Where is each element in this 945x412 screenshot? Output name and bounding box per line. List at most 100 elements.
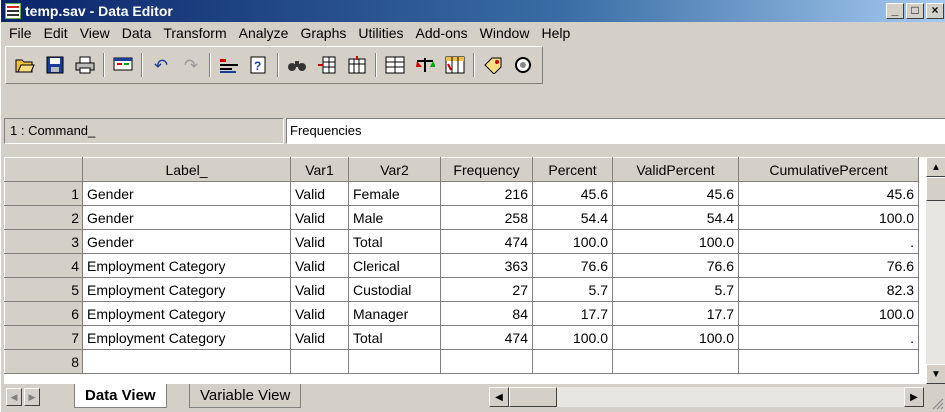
- table-cell[interactable]: [290, 349, 349, 374]
- table-cell[interactable]: Valid: [290, 205, 349, 230]
- table-cell[interactable]: Gender: [82, 181, 291, 206]
- table-cell[interactable]: 474: [440, 325, 533, 350]
- menu-graphs[interactable]: Graphs: [294, 25, 352, 41]
- row-header[interactable]: 7: [4, 325, 83, 350]
- table-cell[interactable]: .: [738, 229, 919, 254]
- menu-data[interactable]: Data: [116, 25, 158, 41]
- title-bar[interactable]: temp.sav - Data Editor _ □ ×: [1, 0, 945, 22]
- open-button[interactable]: [10, 51, 40, 79]
- value-labels-button[interactable]: [478, 51, 508, 79]
- table-cell[interactable]: Male: [348, 205, 441, 230]
- table-cell[interactable]: 474: [440, 229, 533, 254]
- table-cell[interactable]: 45.6: [612, 181, 739, 206]
- find-button[interactable]: [282, 51, 312, 79]
- menu-edit[interactable]: Edit: [38, 25, 74, 41]
- menu-utilities[interactable]: Utilities: [352, 25, 409, 41]
- horizontal-scrollbar[interactable]: ◀ ▶: [489, 387, 924, 407]
- table-cell[interactable]: 76.6: [532, 253, 613, 278]
- column-header-var2[interactable]: Var2: [348, 157, 441, 182]
- table-cell[interactable]: 27: [440, 277, 533, 302]
- table-cell[interactable]: [612, 349, 739, 374]
- table-cell[interactable]: 76.6: [738, 253, 919, 278]
- table-cell[interactable]: 100.0: [612, 229, 739, 254]
- table-cell[interactable]: Employment Category: [82, 277, 291, 302]
- table-cell[interactable]: Gender: [82, 205, 291, 230]
- use-sets-button[interactable]: [508, 51, 538, 79]
- cell-value-editor[interactable]: Frequencies: [286, 118, 945, 144]
- scroll-right-button[interactable]: ▶: [904, 387, 924, 407]
- row-header[interactable]: 2: [4, 205, 83, 230]
- column-header-label[interactable]: Label_: [82, 157, 291, 182]
- table-cell[interactable]: 45.6: [738, 181, 919, 206]
- table-cell[interactable]: 363: [440, 253, 533, 278]
- menu-add-ons[interactable]: Add-ons: [410, 25, 474, 41]
- table-cell[interactable]: Gender: [82, 229, 291, 254]
- table-cell[interactable]: [738, 349, 919, 374]
- column-header-percent[interactable]: Percent: [532, 157, 613, 182]
- column-header-validpercent[interactable]: ValidPercent: [612, 157, 739, 182]
- tab-scroll-left-button[interactable]: ◀: [6, 388, 22, 406]
- tab-variable-view[interactable]: Variable View: [189, 384, 302, 408]
- table-cell[interactable]: 84: [440, 301, 533, 326]
- save-button[interactable]: [40, 51, 70, 79]
- variables-button[interactable]: ?: [244, 51, 274, 79]
- menu-help[interactable]: Help: [535, 25, 576, 41]
- table-cell[interactable]: 100.0: [532, 325, 613, 350]
- table-cell[interactable]: Total: [348, 325, 441, 350]
- table-cell[interactable]: Clerical: [348, 253, 441, 278]
- table-cell[interactable]: 5.7: [612, 277, 739, 302]
- table-cell[interactable]: Valid: [290, 253, 349, 278]
- scroll-up-button[interactable]: ▲: [926, 157, 945, 177]
- row-header[interactable]: 8: [4, 349, 83, 374]
- table-cell[interactable]: 45.6: [532, 181, 613, 206]
- column-header-cumulativepercent[interactable]: CumulativePercent: [738, 157, 919, 182]
- row-header[interactable]: 4: [4, 253, 83, 278]
- table-cell[interactable]: [348, 349, 441, 374]
- table-cell[interactable]: 5.7: [532, 277, 613, 302]
- table-cell[interactable]: 100.0: [612, 325, 739, 350]
- table-cell[interactable]: Valid: [290, 277, 349, 302]
- table-cell[interactable]: 100.0: [738, 205, 919, 230]
- scroll-left-button[interactable]: ◀: [489, 387, 509, 407]
- column-header-frequency[interactable]: Frequency: [440, 157, 533, 182]
- row-header[interactable]: 6: [4, 301, 83, 326]
- minimize-button[interactable]: _: [886, 3, 904, 19]
- maximize-button[interactable]: □: [906, 3, 924, 19]
- grid-corner[interactable]: [4, 157, 83, 182]
- row-header[interactable]: 1: [4, 181, 83, 206]
- table-cell[interactable]: Valid: [290, 301, 349, 326]
- goto-case-button[interactable]: [214, 51, 244, 79]
- table-cell[interactable]: Manager: [348, 301, 441, 326]
- dialog-recall-button[interactable]: [108, 51, 138, 79]
- table-cell[interactable]: [440, 349, 533, 374]
- select-cases-button[interactable]: [440, 51, 470, 79]
- menu-analyze[interactable]: Analyze: [233, 25, 295, 41]
- table-cell[interactable]: Employment Category: [82, 301, 291, 326]
- insert-variable-button[interactable]: [342, 51, 372, 79]
- table-cell[interactable]: 17.7: [612, 301, 739, 326]
- split-file-button[interactable]: [380, 51, 410, 79]
- table-cell[interactable]: 100.0: [738, 301, 919, 326]
- horizontal-scroll-thumb[interactable]: [509, 387, 557, 407]
- table-cell[interactable]: Custodial: [348, 277, 441, 302]
- table-cell[interactable]: Valid: [290, 181, 349, 206]
- row-header[interactable]: 5: [4, 277, 83, 302]
- table-cell[interactable]: [532, 349, 613, 374]
- vertical-scrollbar[interactable]: ▲ ▼: [926, 157, 945, 384]
- vertical-scroll-thumb[interactable]: [926, 177, 945, 201]
- table-cell[interactable]: 100.0: [532, 229, 613, 254]
- table-cell[interactable]: 54.4: [532, 205, 613, 230]
- weight-cases-button[interactable]: [410, 51, 440, 79]
- table-cell[interactable]: Female: [348, 181, 441, 206]
- scroll-down-button[interactable]: ▼: [926, 364, 945, 384]
- menu-window[interactable]: Window: [474, 25, 536, 41]
- table-cell[interactable]: 54.4: [612, 205, 739, 230]
- table-cell[interactable]: 76.6: [612, 253, 739, 278]
- table-cell[interactable]: 258: [440, 205, 533, 230]
- insert-cases-button[interactable]: [312, 51, 342, 79]
- resize-grip-icon[interactable]: [930, 396, 944, 410]
- table-cell[interactable]: .: [738, 325, 919, 350]
- menu-view[interactable]: View: [74, 25, 116, 41]
- row-header[interactable]: 3: [4, 229, 83, 254]
- table-cell[interactable]: Valid: [290, 325, 349, 350]
